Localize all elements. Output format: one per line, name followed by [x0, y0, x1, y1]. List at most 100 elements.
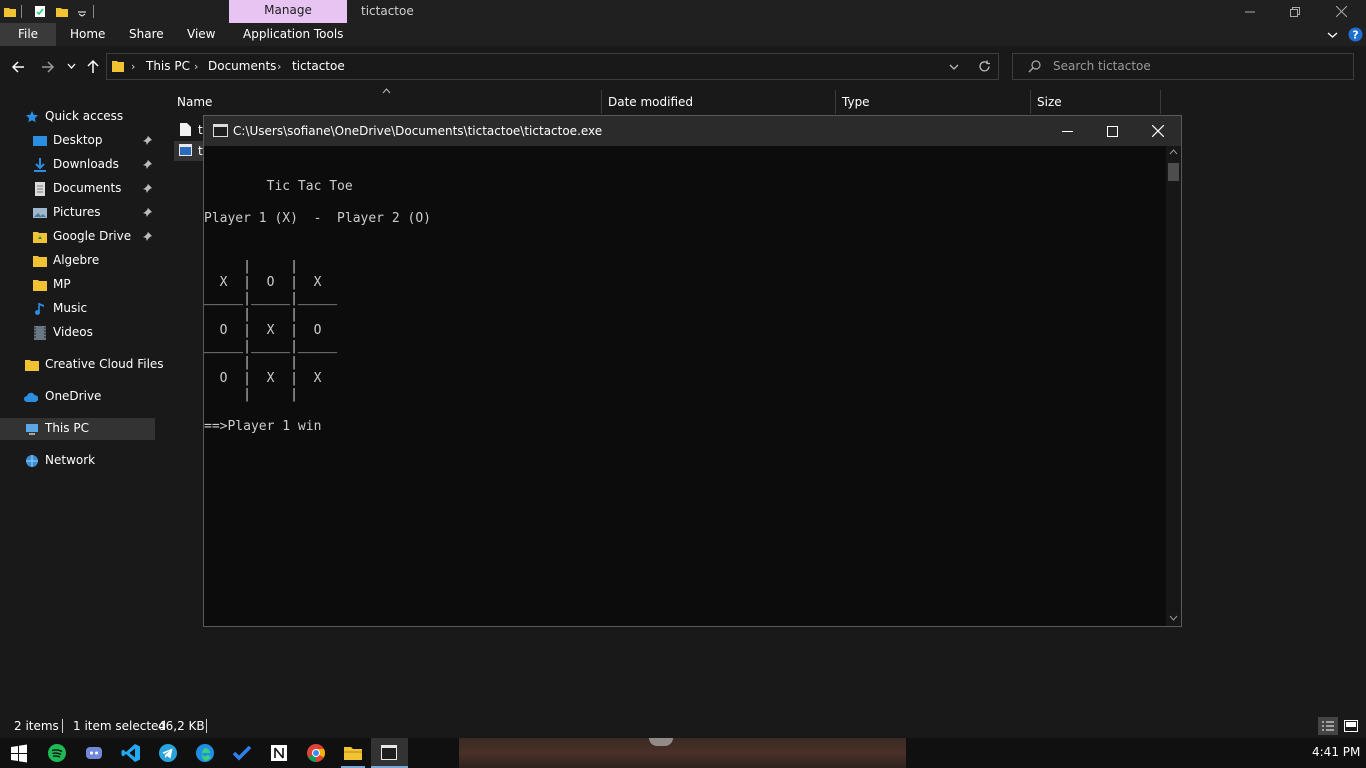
minimize-icon	[1061, 130, 1073, 132]
discord-icon[interactable]	[84, 743, 104, 763]
nav-item-music[interactable]: Music	[0, 298, 155, 320]
console-line: _____|_____|_____	[204, 291, 338, 306]
console-line: | |	[204, 387, 298, 402]
taskbar-active-app[interactable]	[371, 738, 408, 768]
vscode-icon[interactable]	[121, 743, 141, 763]
nav-label: Documents	[53, 181, 122, 195]
column-divider[interactable]	[601, 90, 602, 114]
column-divider[interactable]	[1030, 90, 1031, 114]
search-icon	[1028, 60, 1041, 73]
scrollbar-thumb[interactable]	[1168, 163, 1179, 181]
pin-icon[interactable]	[142, 207, 153, 218]
file-list-header: Name Date modified Type Size	[160, 88, 1366, 114]
telegram-icon[interactable]	[158, 743, 178, 763]
large-icons-view-icon[interactable]	[1344, 720, 1358, 732]
search-placeholder: Search tictactoe	[1053, 59, 1151, 73]
tab-share[interactable]: Share	[129, 23, 164, 46]
chevron-down-icon[interactable]	[949, 64, 959, 71]
column-size[interactable]: Size	[1037, 95, 1062, 109]
nav-item-downloads[interactable]: Downloads	[0, 154, 155, 176]
file-name: t	[198, 123, 203, 137]
restore-icon	[1290, 6, 1300, 17]
chevron-down-icon[interactable]	[76, 5, 88, 18]
console-line: Tic Tac Toe	[204, 179, 353, 194]
pin-icon[interactable]	[142, 159, 153, 170]
scroll-up-icon[interactable]	[1169, 149, 1178, 155]
nav-item-documents[interactable]: Documents	[0, 178, 155, 200]
minimize-button[interactable]	[1227, 0, 1273, 23]
chrome-icon[interactable]	[306, 743, 326, 763]
console-line: _____|_____|_____	[204, 339, 338, 354]
column-type[interactable]: Type	[842, 95, 870, 109]
nav-item-mp[interactable]: MP	[0, 274, 155, 296]
back-arrow-icon[interactable]	[11, 60, 25, 74]
new-folder-icon[interactable]	[56, 5, 68, 18]
close-button[interactable]	[1318, 0, 1364, 23]
tab-application-tools[interactable]: Application Tools	[243, 23, 343, 46]
file-explorer-icon[interactable]	[343, 743, 363, 763]
breadcrumb-documents[interactable]: Documents	[208, 59, 276, 73]
up-arrow-icon[interactable]	[86, 59, 100, 74]
column-name[interactable]: Name	[177, 95, 212, 109]
console-maximize-button[interactable]	[1089, 116, 1135, 146]
nav-creative-cloud-files[interactable]: Creative Cloud Files	[0, 354, 164, 376]
tab-view[interactable]: View	[187, 23, 215, 46]
tab-file[interactable]: File	[0, 23, 56, 46]
breadcrumb-this-pc[interactable]: This PC	[146, 59, 190, 73]
details-view-button[interactable]	[1318, 717, 1338, 735]
nav-this-pc[interactable]: This PC	[0, 418, 155, 440]
nav-item-pictures[interactable]: Pictures	[0, 202, 155, 224]
pin-icon[interactable]	[142, 183, 153, 194]
restore-button[interactable]	[1272, 0, 1318, 23]
refresh-icon[interactable]	[978, 60, 991, 73]
todo-checkmark-icon[interactable]	[232, 743, 252, 763]
properties-icon[interactable]	[34, 5, 46, 18]
notion-icon[interactable]	[269, 743, 289, 763]
nav-item-videos[interactable]: Videos	[0, 322, 155, 344]
minimize-icon	[1245, 11, 1255, 12]
table-row[interactable]: t	[174, 141, 204, 161]
pin-icon[interactable]	[142, 231, 153, 242]
edge-icon[interactable]	[195, 743, 215, 763]
file-name: t	[198, 144, 203, 158]
table-row[interactable]: t	[174, 120, 204, 140]
folder-icon	[4, 8, 16, 17]
console-scrollbar[interactable]	[1166, 146, 1181, 626]
taskbar-clock[interactable]: 4:41 PM	[1312, 745, 1360, 759]
help-icon[interactable]: ?	[1348, 27, 1363, 42]
scroll-down-icon[interactable]	[1169, 615, 1178, 621]
computer-icon	[26, 424, 38, 435]
manage-tab[interactable]: Manage	[229, 0, 347, 23]
console-output[interactable]: Tic Tac Toe Player 1 (X) - Player 2 (O) …	[204, 146, 1166, 626]
console-line: O | X | X	[204, 371, 322, 386]
desktop-icon	[33, 136, 47, 146]
pin-icon[interactable]	[142, 135, 153, 146]
ribbon-tabs: File Home Share View Application Tools ?	[0, 23, 1366, 46]
forward-arrow-icon[interactable]	[41, 60, 55, 74]
console-line: | |	[204, 355, 298, 370]
tab-home[interactable]: Home	[70, 23, 105, 46]
document-icon	[35, 182, 45, 196]
console-titlebar[interactable]: C:\Users\sofiane\OneDrive\Documents\tict…	[204, 116, 1181, 146]
address-bar[interactable]: › This PC › Documents › tictactoe	[106, 53, 999, 80]
nav-item-algebre[interactable]: Algebre	[0, 250, 155, 272]
svg-text:?: ?	[1352, 29, 1358, 42]
column-divider[interactable]	[1160, 90, 1161, 114]
maximize-icon	[1106, 125, 1118, 137]
column-date-modified[interactable]: Date modified	[608, 95, 693, 109]
console-close-button[interactable]	[1135, 116, 1181, 146]
nav-network[interactable]: Network	[0, 450, 155, 472]
breadcrumb-tictactoe[interactable]: tictactoe	[292, 59, 345, 73]
recent-locations-chevron-icon[interactable]	[67, 63, 76, 70]
chevron-down-icon[interactable]	[1327, 30, 1338, 40]
spotify-icon[interactable]	[47, 743, 67, 763]
nav-item-desktop[interactable]: Desktop	[0, 130, 155, 152]
nav-quick-access[interactable]: Quick access	[0, 106, 155, 128]
console-minimize-button[interactable]	[1044, 116, 1090, 146]
console-window[interactable]: C:\Users\sofiane\OneDrive\Documents\tict…	[203, 115, 1182, 627]
search-input[interactable]: Search tictactoe	[1012, 53, 1354, 80]
nav-item-google-drive[interactable]: Google Drive	[0, 226, 155, 248]
column-divider[interactable]	[835, 90, 836, 114]
nav-onedrive[interactable]: OneDrive	[0, 386, 155, 408]
windows-start-icon[interactable]	[9, 743, 29, 763]
